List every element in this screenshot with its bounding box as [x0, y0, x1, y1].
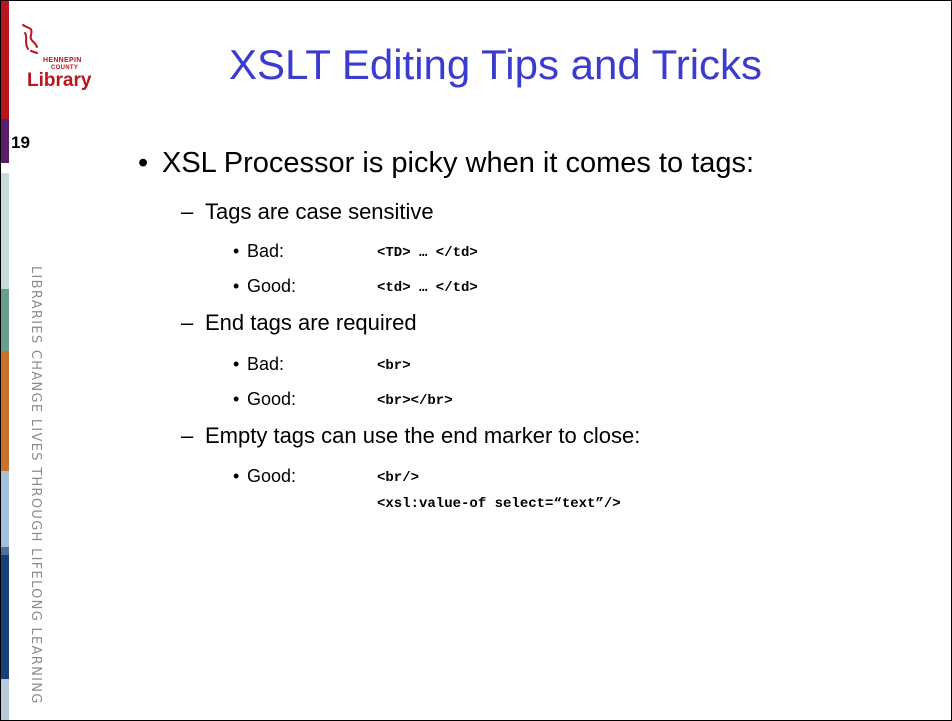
- code-snippet: <br></br>: [377, 393, 453, 409]
- sidebar-stripe-navy: [1, 555, 9, 679]
- code-snippet: <td> … </td>: [377, 280, 478, 296]
- sidebar-stripe-purple: [1, 119, 9, 163]
- code-snippet: <xsl:value-of select=“text”/>: [377, 496, 621, 512]
- dash: –: [181, 423, 194, 448]
- bullet-dot: •: [233, 466, 240, 486]
- library-logo-icon: [22, 24, 38, 54]
- sidebar-tagline: LIBRARIES CHANGE LIVES THROUGH LIFELONG …: [28, 266, 43, 705]
- slide-title: XSLT Editing Tips and Tricks: [229, 41, 763, 88]
- bullet-dot: •: [138, 147, 149, 179]
- section-heading-text: End tags are required: [205, 310, 417, 335]
- sidebar-stripe-red: [1, 1, 9, 119]
- sidebar: HENNEPIN COUNTY Library 19 LIBRARIES CHA…: [1, 1, 99, 720]
- sidebar-stripe-lightblue: [1, 471, 9, 547]
- sidebar-stripe-teal: [1, 289, 9, 351]
- hennepin-library-logo: HENNEPIN COUNTY Library: [15, 23, 95, 93]
- item-label: Bad:: [247, 241, 285, 261]
- code-snippet: <TD> … </td>: [377, 245, 478, 261]
- code-snippet: <br>: [377, 358, 411, 374]
- item-label: Good:: [247, 389, 297, 409]
- code-snippet: <br/>: [377, 470, 420, 486]
- slide: HENNEPIN COUNTY Library 19 LIBRARIES CHA…: [0, 0, 952, 721]
- slide-number: 19: [11, 133, 30, 152]
- section-heading-text: Tags are case sensitive: [205, 199, 434, 224]
- main-bullet-text: XSL Processor is picky when it comes to …: [162, 147, 755, 179]
- bullet-dot: •: [233, 241, 240, 261]
- item-label: Good:: [247, 276, 297, 296]
- bullet-dot: •: [233, 276, 240, 296]
- sidebar-stripe-darknavy: [1, 679, 9, 720]
- dash: –: [181, 199, 194, 224]
- section-heading-text: Empty tags can use the end marker to clo…: [205, 423, 641, 448]
- sidebar-stripe-orange: [1, 351, 9, 471]
- sidebar-stripe-white: [1, 163, 9, 173]
- logo-line-3: Library: [27, 70, 92, 91]
- item-label: Bad:: [247, 354, 285, 374]
- item-label: Good:: [247, 466, 297, 486]
- sidebar-stripe-blue: [1, 547, 9, 555]
- bullet-dot: •: [233, 354, 240, 374]
- dash: –: [181, 310, 194, 335]
- sidebar-stripe-teal-light: [1, 173, 9, 289]
- logo-line-1: HENNEPIN: [43, 57, 82, 64]
- bullet-dot: •: [233, 389, 240, 409]
